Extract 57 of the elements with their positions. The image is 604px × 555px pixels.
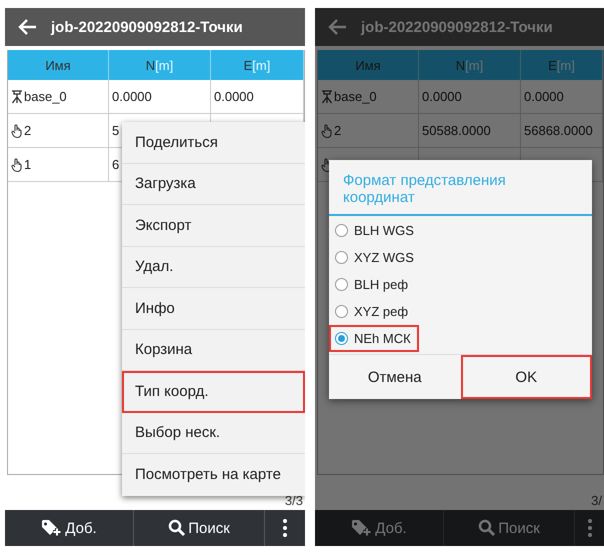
menu-item[interactable]: Посмотреть на карте — [122, 454, 305, 496]
radio-option[interactable]: NEh МСК — [329, 325, 419, 352]
screen-title: job-20220909092812-Точки — [361, 18, 553, 36]
point-name: 2 — [334, 123, 342, 138]
menu-item[interactable]: Загрузка — [122, 164, 305, 205]
table-cell: 0.0000 — [524, 89, 564, 104]
page-counter: 3/ — [591, 493, 603, 508]
point-name: base_0 — [334, 89, 377, 104]
column-header[interactable]: Имя — [8, 50, 109, 80]
page-counter: 3/3 — [284, 493, 304, 508]
menu-item[interactable]: Удал. — [122, 246, 305, 288]
add-button[interactable]: Доб. — [315, 510, 444, 546]
table-cell: 0.0000 — [112, 89, 152, 104]
screen-title: job-20220909092812-Точки — [51, 18, 243, 36]
radio-option[interactable]: XYZ WGS — [329, 244, 422, 271]
radio-option[interactable]: XYZ реф — [329, 298, 416, 325]
hand-pointer-icon — [321, 124, 333, 138]
table-cell: 6 — [112, 157, 120, 172]
menu-item[interactable]: Инфо — [122, 288, 305, 330]
hand-pointer-icon — [11, 124, 23, 138]
search-icon — [168, 519, 186, 537]
column-header[interactable]: E[m] — [211, 50, 304, 80]
tag-plus-icon — [351, 519, 374, 537]
radio-option[interactable]: BLH WGS — [329, 217, 422, 244]
back-arrow-icon[interactable] — [327, 18, 347, 36]
radio-button[interactable] — [335, 278, 348, 291]
add-button[interactable]: Доб. — [5, 510, 134, 546]
hand-pointer-icon — [11, 158, 23, 172]
table-cell: 50588.0000 — [422, 123, 491, 138]
radio-button[interactable] — [335, 305, 348, 318]
menu-item[interactable]: Корзина — [122, 330, 305, 371]
table-cell: 0.0000 — [422, 89, 462, 104]
radio-option[interactable]: BLH реф — [329, 271, 416, 298]
point-name: 2 — [24, 123, 32, 138]
tag-plus-icon — [41, 519, 64, 537]
menu-item[interactable]: Тип коорд. — [122, 371, 305, 412]
search-button[interactable]: Поиск — [444, 510, 575, 546]
table-cell: 5 — [112, 123, 120, 138]
point-name: 1 — [24, 157, 32, 172]
dialog-button[interactable]: OK — [460, 355, 592, 399]
menu-item[interactable]: Выбор неск. — [122, 412, 305, 454]
radio-button[interactable] — [335, 224, 348, 237]
search-button[interactable]: Поиск — [134, 510, 265, 546]
dialog-title: Формат представления координат — [329, 160, 592, 216]
back-arrow-icon[interactable] — [17, 18, 37, 36]
radio-button[interactable] — [335, 332, 348, 345]
dialog-button[interactable]: Отмена — [329, 355, 460, 399]
search-icon — [478, 519, 496, 537]
column-header[interactable]: N[m] — [109, 50, 211, 80]
point-name: base_0 — [24, 89, 67, 104]
menu-item[interactable]: Экспорт — [122, 205, 305, 246]
menu-item[interactable]: Поделиться — [122, 122, 305, 164]
tripod-icon — [321, 90, 333, 104]
table-cell: 56868.0000 — [524, 123, 593, 138]
radio-button[interactable] — [335, 251, 348, 264]
tripod-icon — [11, 90, 23, 104]
table-cell: 0.0000 — [214, 89, 254, 104]
